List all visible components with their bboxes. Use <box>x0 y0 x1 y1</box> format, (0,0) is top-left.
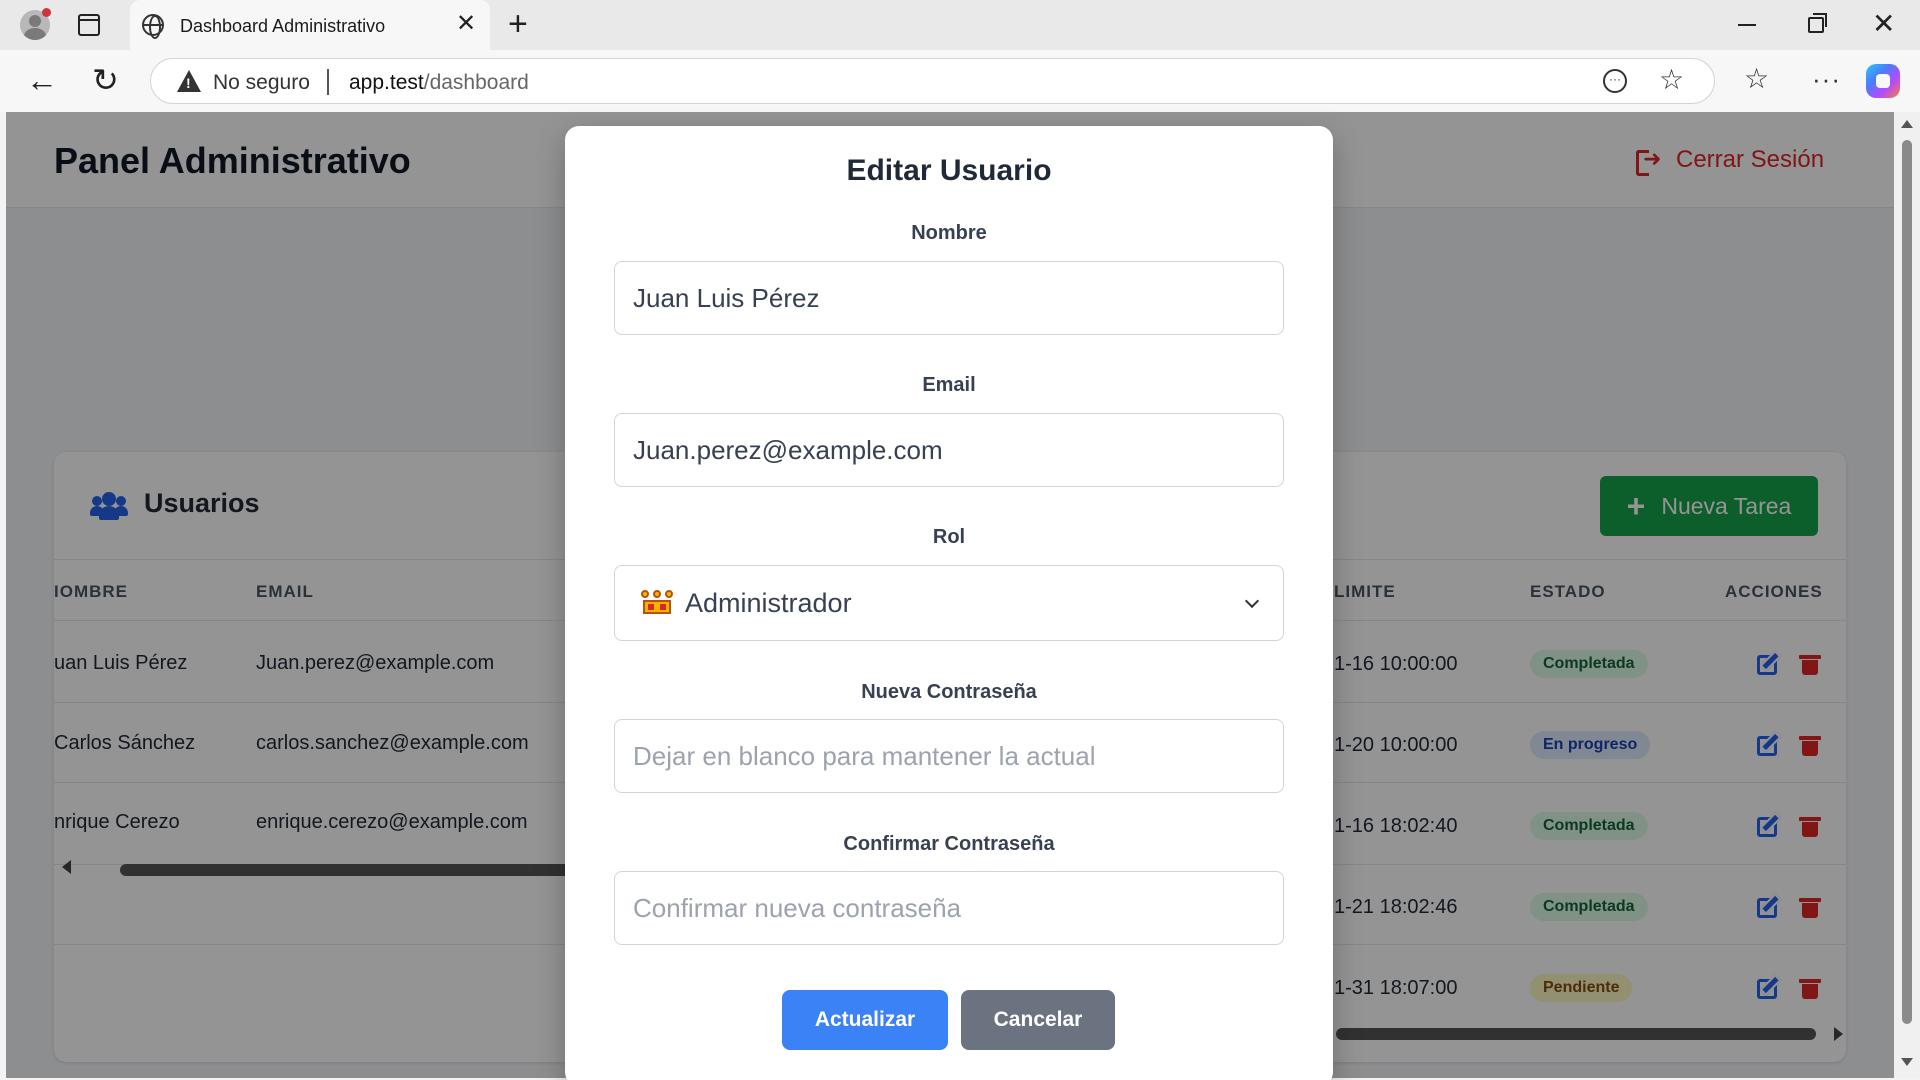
scroll-down-arrow-icon[interactable] <box>1901 1058 1913 1066</box>
tab-actions-icon[interactable] <box>78 14 100 36</box>
favorites-icon[interactable]: ☆ <box>1744 64 1769 94</box>
confirm-password-label: Confirmar Contraseña <box>843 833 1055 855</box>
favorite-star-icon[interactable]: ☆ <box>1659 65 1684 95</box>
back-arrow-icon[interactable]: ← <box>26 62 58 98</box>
browser-tab-bar: Dashboard Administrativo ✕ + ✕ <box>0 0 1920 50</box>
role-label: Rol <box>932 526 966 548</box>
browser-tab[interactable]: Dashboard Administrativo ✕ <box>130 0 490 50</box>
confirm-password-input[interactable] <box>614 871 1284 945</box>
chevron-down-icon <box>1244 593 1260 609</box>
new-tab-icon[interactable]: + <box>508 6 528 42</box>
role-select[interactable]: Administrador <box>614 565 1284 641</box>
reader-mode-icon[interactable]: ··· <box>1603 69 1627 93</box>
more-options-icon[interactable]: ··· <box>1812 64 1841 94</box>
window-close-icon[interactable]: ✕ <box>1872 8 1895 40</box>
name-input[interactable] <box>614 261 1284 335</box>
url-separator <box>327 69 329 95</box>
minimize-icon[interactable] <box>1738 24 1756 26</box>
new-password-label: Nueva Contraseña <box>861 681 1037 703</box>
vertical-scroll-thumb[interactable] <box>1902 140 1912 1024</box>
copilot-icon[interactable] <box>1866 64 1900 98</box>
new-password-input[interactable] <box>614 719 1284 793</box>
tab-close-icon[interactable]: ✕ <box>456 10 476 38</box>
browser-nav-bar: ← ↻ No seguro app.test/dashboard ··· ☆ ☆… <box>0 50 1920 112</box>
email-input[interactable] <box>614 413 1284 487</box>
warning-icon[interactable] <box>177 70 201 92</box>
globe-icon <box>142 14 164 39</box>
update-button[interactable]: Actualizar <box>782 990 948 1050</box>
edit-user-modal: Editar Usuario Nombre Email Rol Administ… <box>565 126 1333 1080</box>
role-select-value: Administrador <box>685 588 852 618</box>
scroll-up-arrow-icon[interactable] <box>1901 120 1913 128</box>
url-host: app.test <box>349 71 424 94</box>
url-path: /dashboard <box>423 71 529 94</box>
tab-title: Dashboard Administrativo <box>180 16 386 36</box>
modal-title: Editar Usuario <box>846 154 1052 187</box>
cancel-button[interactable]: Cancelar <box>961 990 1115 1050</box>
security-warning-label[interactable]: No seguro <box>213 71 310 95</box>
restore-icon[interactable] <box>1808 13 1827 33</box>
reload-icon[interactable]: ↻ <box>92 62 119 98</box>
name-label: Nombre <box>911 222 987 244</box>
url-text[interactable]: app.test/dashboard <box>349 71 529 95</box>
crown-icon <box>641 590 673 616</box>
page-vertical-scrollbar[interactable] <box>1894 112 1920 1078</box>
email-label: Email <box>922 374 976 396</box>
profile-notification-dot <box>42 8 51 17</box>
address-bar[interactable]: No seguro app.test/dashboard ··· ☆ <box>150 58 1715 104</box>
